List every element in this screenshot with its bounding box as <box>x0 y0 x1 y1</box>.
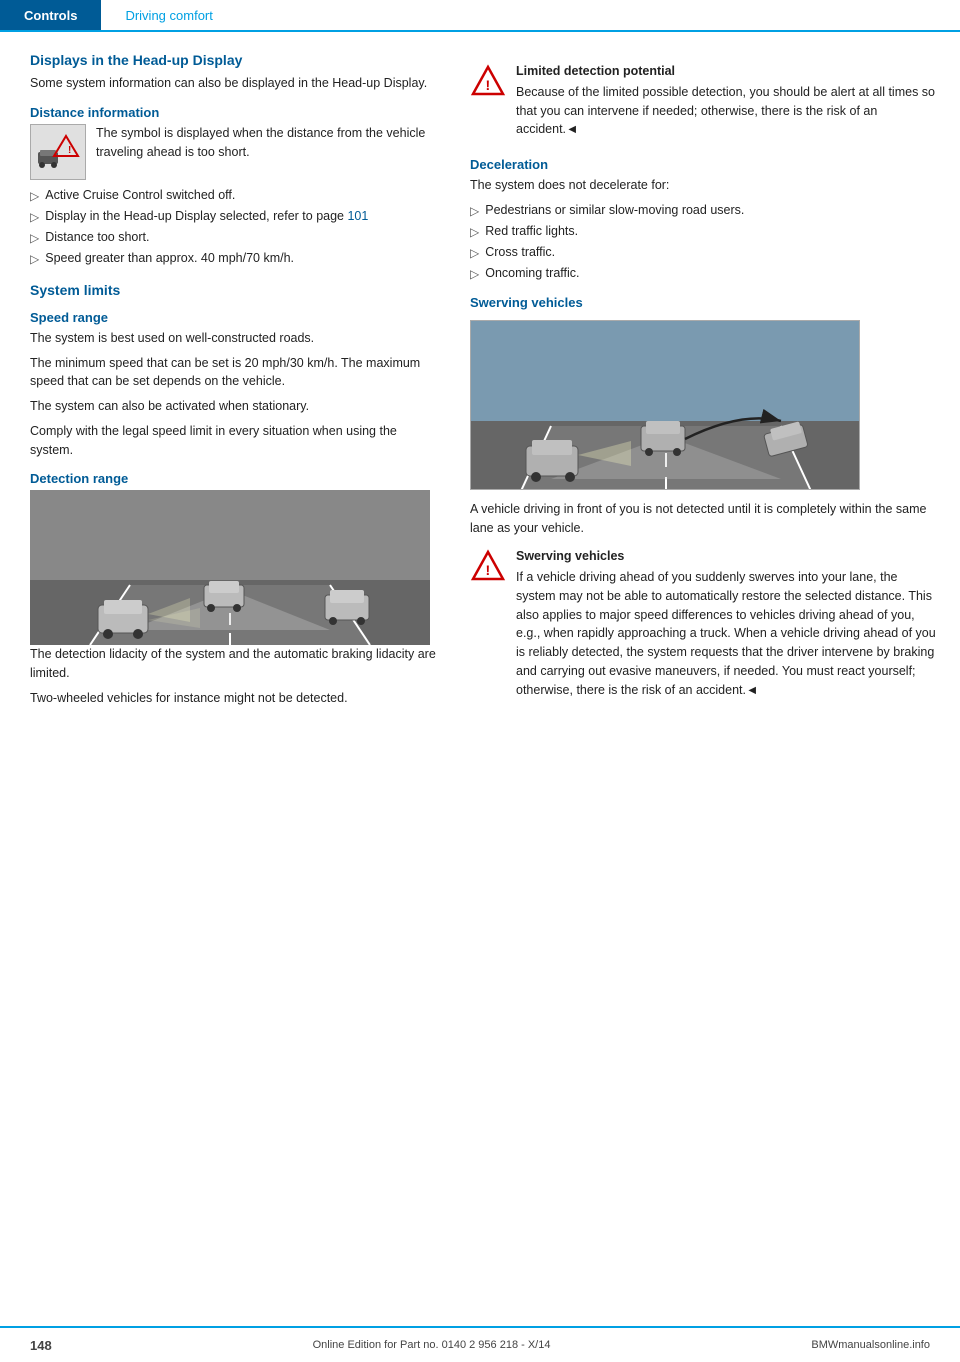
swerving-diagram-svg <box>471 321 860 490</box>
distance-information-title: Distance information <box>30 105 440 120</box>
list-item: ▷Distance too short. <box>30 228 440 247</box>
swerving-vehicles-diagram <box>470 320 860 490</box>
distance-desc: The symbol is displayed when the distanc… <box>96 124 440 162</box>
list-item: ▷Active Cruise Control switched off. <box>30 186 440 205</box>
list-item: ▷Display in the Head-up Display selected… <box>30 207 440 226</box>
footer-page-number: 148 <box>30 1338 52 1353</box>
swerving-warning: ! Swerving vehicles If a vehicle driving… <box>470 547 940 705</box>
bullet-arrow-icon: ▷ <box>30 250 39 268</box>
page-header: Controls Driving comfort <box>0 0 960 32</box>
deceleration-bullet-list: ▷Pedestrians or similar slow-moving road… <box>470 201 940 283</box>
speed-range-p4: Comply with the legal speed limit in eve… <box>30 422 440 460</box>
right-column: ! Limited detection potential Because of… <box>460 52 960 715</box>
limited-detection-text-block: Limited detection potential Because of t… <box>516 62 940 145</box>
bullet-arrow-icon: ▷ <box>470 244 479 262</box>
list-item: ▷Speed greater than approx. 40 mph/70 km… <box>30 249 440 268</box>
warning-triangle-icon: ! <box>470 64 506 100</box>
footer-brand: BMWmanualsonline.info <box>811 1339 930 1351</box>
distance-info-row: ! The symbol is displayed when the dista… <box>30 124 440 180</box>
road-diagram-svg <box>30 490 430 645</box>
svg-text:!: ! <box>486 562 491 578</box>
distance-icon: ! <box>30 124 86 180</box>
limited-detection-text: Because of the limited possible detectio… <box>516 83 940 139</box>
bullet-arrow-icon: ▷ <box>470 202 479 220</box>
detection-range-p1: The detection lidacity of the system and… <box>30 645 440 683</box>
speed-range-title: Speed range <box>30 310 440 325</box>
bullet-arrow-icon: ▷ <box>470 265 479 283</box>
swerving-warning-text-block: Swerving vehicles If a vehicle driving a… <box>516 547 940 705</box>
swerving-warning-text: If a vehicle driving ahead of you sudden… <box>516 568 940 699</box>
bullet-arrow-icon: ▷ <box>30 187 39 205</box>
swerving-warning-triangle-icon: ! <box>470 549 506 585</box>
limited-detection-warning: ! Limited detection potential Because of… <box>470 62 940 145</box>
footer-copyright: Online Edition for Part no. 0140 2 956 2… <box>313 1339 551 1351</box>
swerving-vehicles-title: Swerving vehicles <box>470 295 940 310</box>
page-footer: 148 Online Edition for Part no. 0140 2 9… <box>0 1326 960 1362</box>
deceleration-title: Deceleration <box>470 157 940 172</box>
detection-range-diagram <box>30 490 430 645</box>
bullet-arrow-icon: ▷ <box>30 229 39 247</box>
list-item: ▷Oncoming traffic. <box>470 264 940 283</box>
bullet-arrow-icon: ▷ <box>30 208 39 226</box>
distance-symbol-icon: ! <box>34 128 82 176</box>
list-item: ▷Cross traffic. <box>470 243 940 262</box>
speed-range-p2: The minimum speed that can be set is 20 … <box>30 354 440 392</box>
distance-bullet-list: ▷Active Cruise Control switched off. ▷Di… <box>30 186 440 268</box>
speed-range-p1: The system is best used on well-construc… <box>30 329 440 348</box>
bullet-arrow-icon: ▷ <box>470 223 479 241</box>
speed-range-p3: The system can also be activated when st… <box>30 397 440 416</box>
left-column: Displays in the Head-up Display Some sys… <box>0 52 460 715</box>
tab-controls[interactable]: Controls <box>0 0 101 30</box>
detection-range-p2: Two-wheeled vehicles for instance might … <box>30 689 440 708</box>
tab-driving-comfort[interactable]: Driving comfort <box>101 0 236 30</box>
list-item: ▷Red traffic lights. <box>470 222 940 241</box>
main-content: Displays in the Head-up Display Some sys… <box>0 32 960 715</box>
list-item: ▷Pedestrians or similar slow-moving road… <box>470 201 940 220</box>
swerving-vehicles-p1: A vehicle driving in front of you is not… <box>470 500 940 538</box>
swerving-warning-title: Swerving vehicles <box>516 547 940 566</box>
limited-detection-title: Limited detection potential <box>516 62 940 81</box>
system-limits-title: System limits <box>30 282 440 298</box>
page-heading: Displays in the Head-up Display <box>30 52 440 68</box>
svg-text:!: ! <box>486 77 491 93</box>
svg-text:!: ! <box>68 145 71 156</box>
deceleration-intro: The system does not decelerate for: <box>470 176 940 195</box>
detection-range-title: Detection range <box>30 471 440 486</box>
intro-text: Some system information can also be disp… <box>30 74 440 93</box>
